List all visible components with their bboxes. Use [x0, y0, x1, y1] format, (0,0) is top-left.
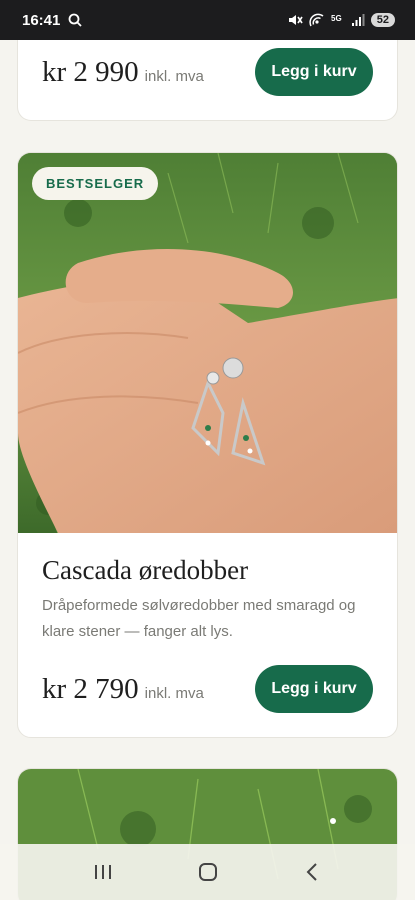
product-title[interactable]: Cascada øredobber — [42, 555, 248, 586]
product-price: kr 2 790 inkl. mva — [42, 673, 204, 706]
price-value: kr 2 790 — [42, 672, 139, 705]
price-row: kr 2 790 inkl. mva Legg i kurv — [42, 665, 373, 713]
home-icon[interactable] — [197, 861, 219, 883]
hotspot-icon — [309, 13, 324, 27]
product-card-cascada[interactable]: BESTSELGER Cascada øredobber Dråpeformed… — [17, 152, 398, 738]
vat-label: inkl. mva — [144, 67, 204, 85]
back-icon[interactable] — [302, 861, 324, 883]
recent-apps-icon[interactable] — [92, 862, 114, 882]
status-bar: 16:41 5G 52 — [0, 0, 415, 40]
add-to-cart-button[interactable]: Legg i kurv — [255, 665, 373, 713]
add-to-cart-button[interactable]: Legg i kurv — [255, 48, 373, 96]
svg-text:5G: 5G — [331, 14, 342, 23]
status-time: 16:41 — [22, 11, 61, 29]
5g-icon: 5G — [331, 14, 342, 23]
bestseller-badge: BESTSELGER — [32, 167, 159, 200]
signal-icon — [351, 14, 365, 26]
battery-icon: 52 — [370, 13, 395, 27]
vat-label: inkl. mva — [144, 684, 204, 702]
price-row: kr 2 990 inkl. mva Legg i kurv — [42, 48, 373, 96]
status-right: 5G 52 — [287, 13, 395, 27]
product-price: kr 2 990 inkl. mva — [42, 56, 204, 89]
product-description: Dråpeformede sølvøredobber med smaragd o… — [42, 597, 356, 640]
price-value: kr 2 990 — [42, 55, 139, 88]
product-image[interactable]: BESTSELGER — [18, 153, 397, 533]
mute-icon — [288, 15, 303, 25]
status-left: 16:41 — [22, 11, 83, 29]
search-icon — [68, 13, 83, 27]
system-nav-bar — [0, 844, 415, 900]
product-photo — [18, 153, 397, 533]
